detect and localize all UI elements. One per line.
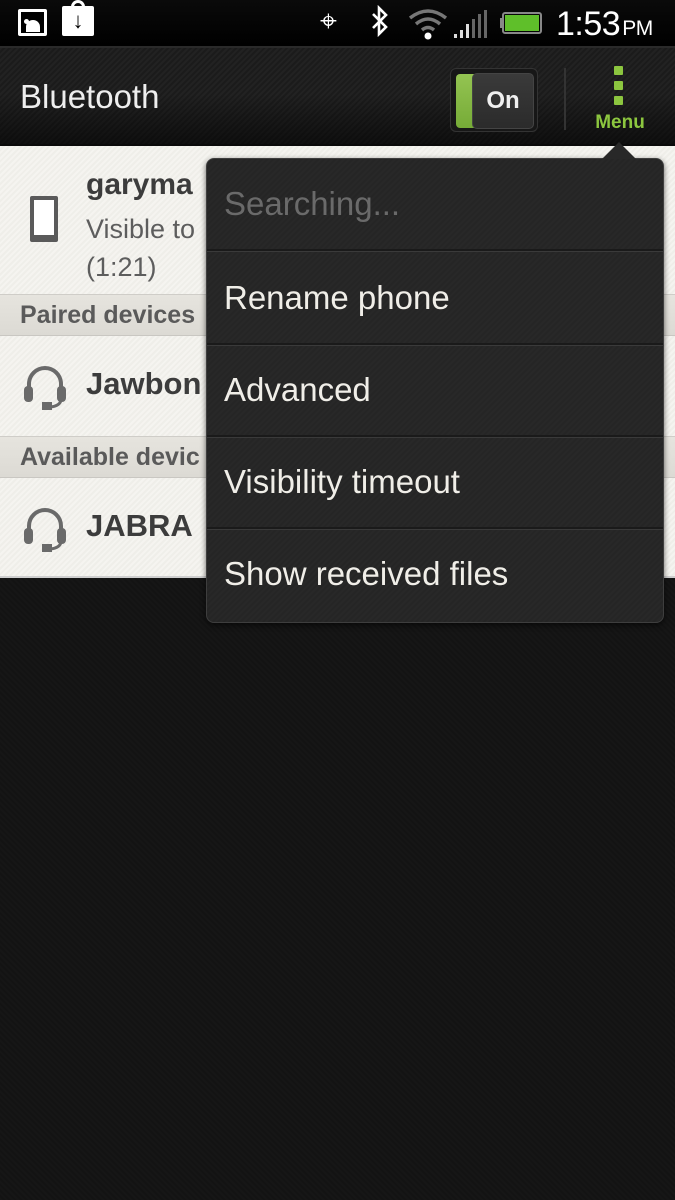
device-name: Jawbon xyxy=(86,366,202,401)
gallery-icon xyxy=(18,9,47,36)
clock: 1:53PM xyxy=(556,4,653,49)
page-title: Bluetooth xyxy=(20,78,160,115)
headset-icon xyxy=(24,508,66,552)
popup-pointer xyxy=(602,142,636,159)
toggle-label: On xyxy=(472,73,534,129)
overflow-menu-popup: Searching... Rename phone Advanced Visib… xyxy=(206,158,664,623)
my-device-name: garyma xyxy=(86,168,193,201)
headset-icon xyxy=(24,366,66,410)
phone-icon xyxy=(30,196,58,242)
clock-time: 1:53 xyxy=(556,5,621,43)
menu-button[interactable]: Menu xyxy=(580,62,660,138)
menu-item-advanced[interactable]: Advanced xyxy=(207,345,663,437)
menu-item-label: Advanced xyxy=(224,371,371,408)
menu-item-rename-phone[interactable]: Rename phone xyxy=(207,253,663,345)
menu-item-show-received-files[interactable]: Show received files xyxy=(207,529,663,621)
menu-item-label: Searching... xyxy=(224,185,401,222)
menu-item-searching: Searching... xyxy=(207,159,663,251)
bluetooth-icon xyxy=(370,4,390,45)
action-bar-divider xyxy=(564,68,566,130)
section-header-label: Available devic xyxy=(20,443,200,471)
menu-item-visibility-timeout[interactable]: Visibility timeout xyxy=(207,437,663,529)
menu-item-label: Show received files xyxy=(224,555,509,592)
action-bar: Bluetooth On Menu xyxy=(0,46,675,146)
menu-item-label: Visibility timeout xyxy=(224,463,460,500)
store-download-icon: ↓ xyxy=(62,0,94,36)
battery-icon xyxy=(500,12,542,34)
gps-icon: ⌖ xyxy=(320,5,337,38)
section-header-label: Paired devices xyxy=(20,301,196,329)
overflow-menu-icon xyxy=(614,66,624,111)
status-bar: ↓ ⌖ 1:53PM xyxy=(0,0,675,46)
menu-item-label: Rename phone xyxy=(224,279,450,316)
device-name: JABRA xyxy=(86,508,193,543)
clock-ampm: PM xyxy=(622,17,653,40)
signal-icon xyxy=(454,10,488,38)
bluetooth-toggle[interactable]: On xyxy=(450,68,538,132)
wifi-icon xyxy=(408,8,448,40)
menu-button-label: Menu xyxy=(595,112,645,133)
